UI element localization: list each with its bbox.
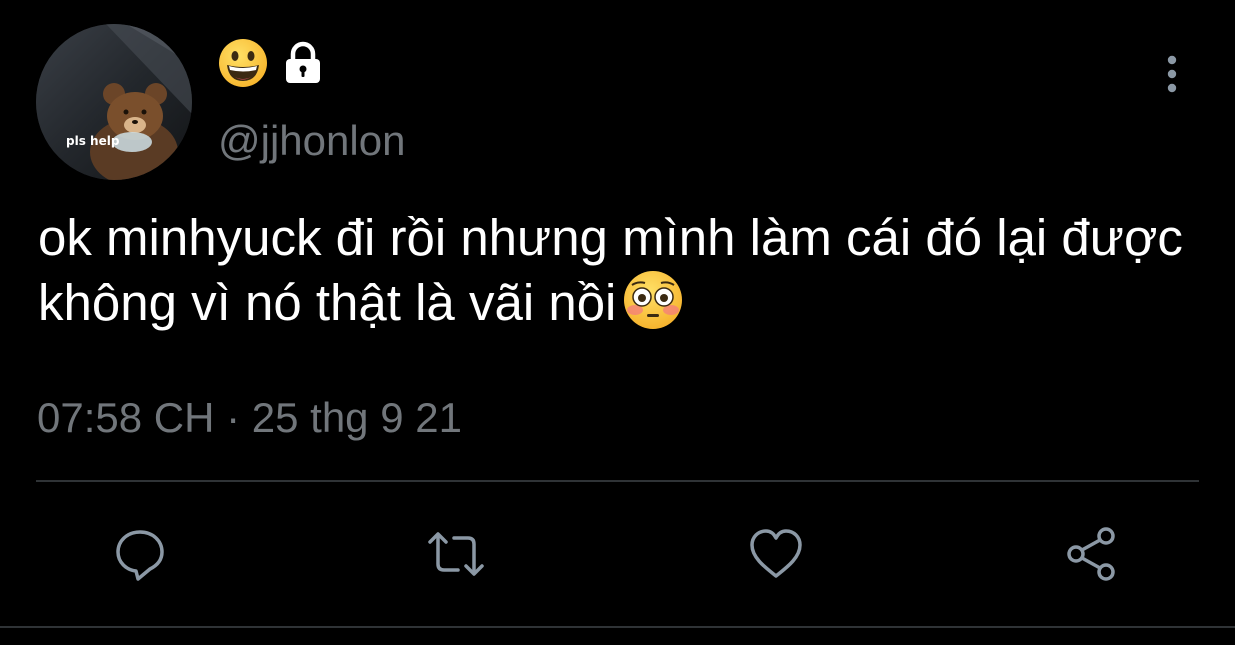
reply-button[interactable] [108, 522, 172, 586]
avatar-caption: pls help [66, 134, 120, 148]
heart-icon [750, 529, 802, 578]
flushed-face-emoji [620, 270, 686, 345]
display-name[interactable] [218, 38, 324, 93]
more-vertical-icon [1167, 55, 1177, 93]
divider [0, 626, 1235, 628]
divider [36, 480, 1199, 482]
lock-icon [282, 41, 324, 90]
avatar[interactable]: pls help [36, 24, 192, 180]
more-options-button[interactable] [1150, 52, 1194, 96]
like-button[interactable] [744, 522, 808, 586]
share-button[interactable] [1060, 522, 1124, 586]
retweet-button[interactable] [424, 522, 488, 586]
retweet-icon [428, 532, 484, 576]
comment-icon [116, 530, 164, 581]
tweet-text: ok minhyuck đi rồi nhưng mình làm cái đó… [38, 209, 1183, 331]
avatar-image [36, 24, 192, 180]
user-handle[interactable]: @jjhonlon [218, 116, 405, 166]
share-icon [1067, 527, 1115, 581]
tweet-body: ok minhyuck đi rồi nhưng mình làm cái đó… [38, 206, 1208, 345]
grinning-face-emoji [218, 38, 268, 93]
tweet-timestamp[interactable]: 07:58 CH · 25 thg 9 21 [37, 392, 462, 444]
